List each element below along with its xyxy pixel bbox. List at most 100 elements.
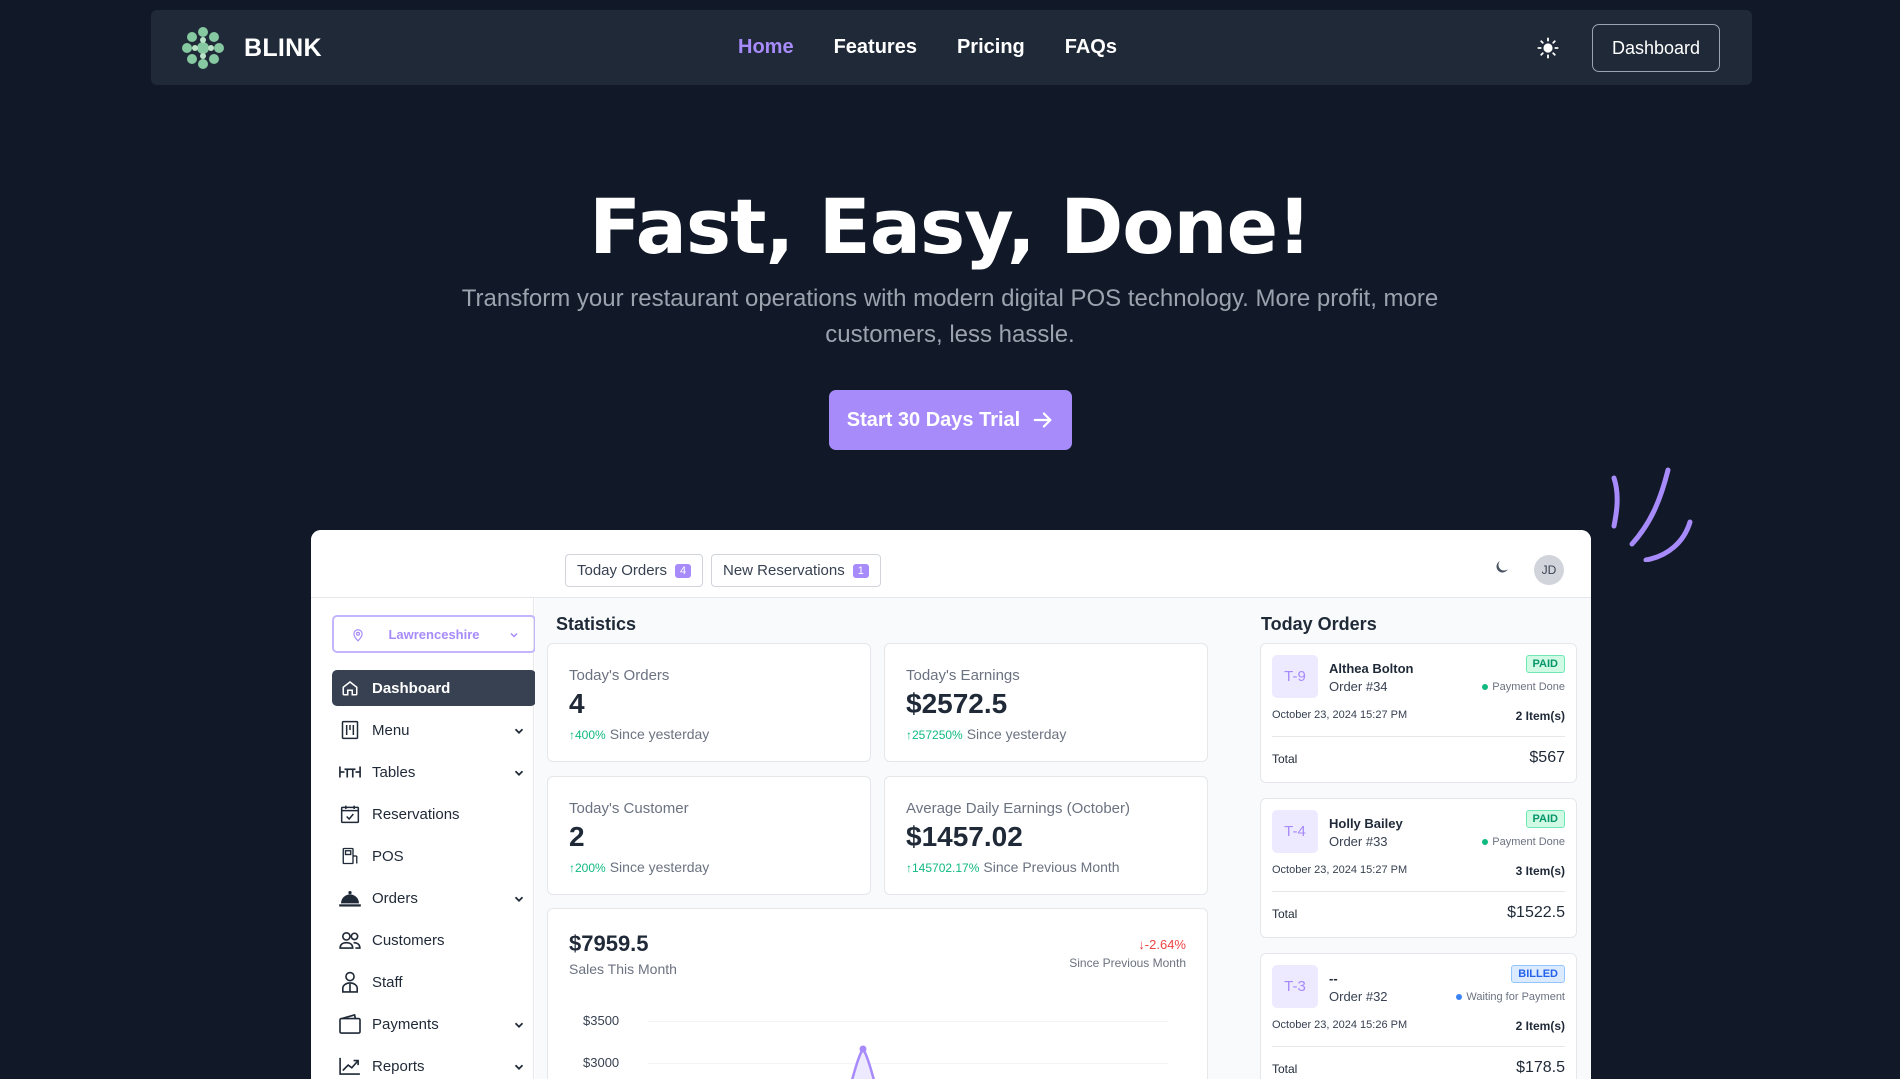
sidebar-item-label: Customers: [372, 931, 445, 949]
order-card[interactable]: T-4 Holly Bailey Order #33 PAID Payment …: [1260, 798, 1577, 938]
stat-label: Today's Earnings: [906, 667, 1020, 684]
payment-status: Waiting for Payment: [1456, 991, 1565, 1003]
status-dot-icon: [1482, 684, 1489, 690]
sidebar-item-pos[interactable]: POS: [332, 838, 536, 874]
menu-icon: [338, 718, 362, 742]
sidebar-item-tables[interactable]: Tables: [332, 754, 536, 790]
stat-card-today-customer: Today's Customer 2 ↑200% Since yesterday: [547, 776, 871, 895]
sidebar-item-label: Reservations: [372, 805, 460, 823]
brand-name: BLINK: [244, 33, 322, 62]
customer-name: Althea Bolton: [1329, 661, 1414, 676]
nav-link-pricing[interactable]: Pricing: [957, 36, 1025, 59]
trend-up-icon: ↑200%: [569, 861, 606, 875]
status-badge: BILLED: [1511, 965, 1565, 983]
trend-up-icon: ↑145702.17%: [906, 861, 980, 875]
dashboard-preview: Today Orders 4 New Reservations 1 JD Law…: [311, 530, 1591, 1079]
stat-card-today-orders: Today's Orders 4 ↑400% Since yesterday: [547, 643, 871, 762]
sidebar-item-menu[interactable]: Menu: [332, 712, 536, 748]
sidebar-item-label: Menu: [372, 721, 410, 739]
stat-label: Average Daily Earnings (October): [906, 800, 1130, 817]
new-reservations-pill-label: New Reservations: [723, 562, 845, 579]
avatar[interactable]: JD: [1534, 555, 1564, 585]
item-count: 2 Item(s): [1515, 1019, 1565, 1033]
divider: [1272, 891, 1565, 892]
stat-change: ↑145702.17% Since Previous Month: [906, 859, 1120, 875]
status-dot-icon: [1482, 839, 1489, 845]
stat-change: ↑257250% Since yesterday: [906, 726, 1066, 742]
staff-icon: [338, 970, 362, 994]
stat-card-average-earnings: Average Daily Earnings (October) $1457.0…: [884, 776, 1208, 895]
theme-toggle-button[interactable]: [1534, 34, 1562, 62]
order-date: October 23, 2024 15:27 PM: [1272, 709, 1408, 721]
sales-label: Sales This Month: [569, 961, 677, 977]
sales-change: ↓-2.64%: [1138, 937, 1186, 952]
decorative-doodle-icon: [1611, 467, 1693, 562]
dashboard-button[interactable]: Dashboard: [1592, 24, 1720, 72]
item-count: 2 Item(s): [1515, 709, 1565, 723]
app-topbar: Today Orders 4 New Reservations 1 JD: [311, 530, 1591, 598]
brand[interactable]: BLINK: [179, 24, 322, 72]
today-orders-title: Today Orders: [1261, 614, 1377, 634]
stat-change: ↑200% Since yesterday: [569, 859, 709, 875]
app-sidebar: Lawrenceshire Dashboard Menu Tables Rese…: [329, 598, 536, 1079]
sidebar-item-staff[interactable]: Staff: [332, 964, 536, 1000]
order-date: October 23, 2024 15:27 PM: [1272, 864, 1408, 876]
table-tag: T-3: [1272, 965, 1318, 1008]
order-card[interactable]: T-9 Althea Bolton Order #34 PAID Payment…: [1260, 643, 1577, 783]
location-select[interactable]: Lawrenceshire: [332, 615, 536, 653]
stat-label: Today's Customer: [569, 800, 689, 817]
stat-value: 4: [569, 688, 585, 719]
cloche-icon: [338, 886, 362, 910]
stat-label: Today's Orders: [569, 667, 670, 684]
sales-since: Since Previous Month: [1069, 956, 1186, 970]
sidebar-item-dashboard[interactable]: Dashboard: [332, 670, 536, 706]
stat-value: $2572.5: [906, 688, 1008, 719]
hero-title: Fast, Easy, Done!: [589, 182, 1312, 271]
sidebar-item-label: Payments: [372, 1015, 439, 1033]
stat-change-since: Since Previous Month: [983, 859, 1120, 875]
sidebar-item-label: Dashboard: [372, 679, 451, 697]
stat-change-percent: 200%: [575, 861, 606, 875]
sidebar-item-customers[interactable]: Customers: [332, 922, 536, 958]
today-orders-count: 4: [675, 563, 692, 578]
tables-icon: [338, 760, 362, 784]
sales-value: $7959.5: [569, 931, 649, 956]
customer-name: Holly Bailey: [1329, 816, 1403, 831]
item-count: 3 Item(s): [1515, 864, 1565, 878]
arrow-right-icon: [1033, 412, 1052, 428]
sidebar-item-label: Staff: [372, 973, 403, 991]
users-icon: [338, 928, 362, 952]
blink-logo-icon: [182, 27, 224, 69]
sales-change-percent: -2.64%: [1144, 937, 1186, 952]
top-navbar: BLINK Home Features Pricing FAQs Dashboa…: [151, 10, 1752, 85]
stat-change: ↑400% Since yesterday: [569, 726, 709, 742]
total-label: Total: [1272, 1062, 1298, 1076]
today-orders-pill[interactable]: Today Orders 4: [565, 554, 704, 587]
chevron-down-icon: [514, 896, 524, 902]
total-label: Total: [1272, 752, 1298, 766]
start-trial-button[interactable]: Start 30 Days Trial: [829, 390, 1072, 450]
nav-link-features[interactable]: Features: [834, 36, 917, 59]
sidebar-item-reservations[interactable]: Reservations: [332, 796, 536, 832]
nav-link-home[interactable]: Home: [738, 36, 794, 59]
customer-name: --: [1329, 971, 1338, 986]
new-reservations-pill[interactable]: New Reservations 1: [711, 554, 881, 587]
hero-subtitle: Transform your restaurant operations wit…: [461, 285, 1439, 348]
moon-icon[interactable]: [1493, 558, 1511, 576]
chart-gridline: [648, 1063, 1168, 1064]
nav-link-faqs[interactable]: FAQs: [1065, 36, 1117, 59]
sidebar-item-reports[interactable]: Reports: [332, 1048, 536, 1079]
nav-links: Home Features Pricing FAQs: [738, 10, 1157, 85]
sidebar-item-payments[interactable]: Payments: [332, 1006, 536, 1042]
sidebar-item-label: Orders: [372, 889, 418, 907]
sales-card: $7959.5 Sales This Month ↓-2.64% Since P…: [547, 908, 1208, 1079]
table-tag: T-4: [1272, 810, 1318, 853]
stat-change-percent: 257250%: [912, 728, 963, 742]
divider: [1272, 736, 1565, 737]
total-value: $1522.5: [1507, 904, 1565, 921]
sidebar-item-orders[interactable]: Orders: [332, 880, 536, 916]
chart-y-tick: $3000: [583, 1055, 620, 1070]
order-card[interactable]: T-3 -- Order #32 BILLED Waiting for Paym…: [1260, 953, 1577, 1079]
total-value: $178.5: [1516, 1059, 1565, 1076]
trend-up-icon: ↑257250%: [906, 728, 963, 742]
